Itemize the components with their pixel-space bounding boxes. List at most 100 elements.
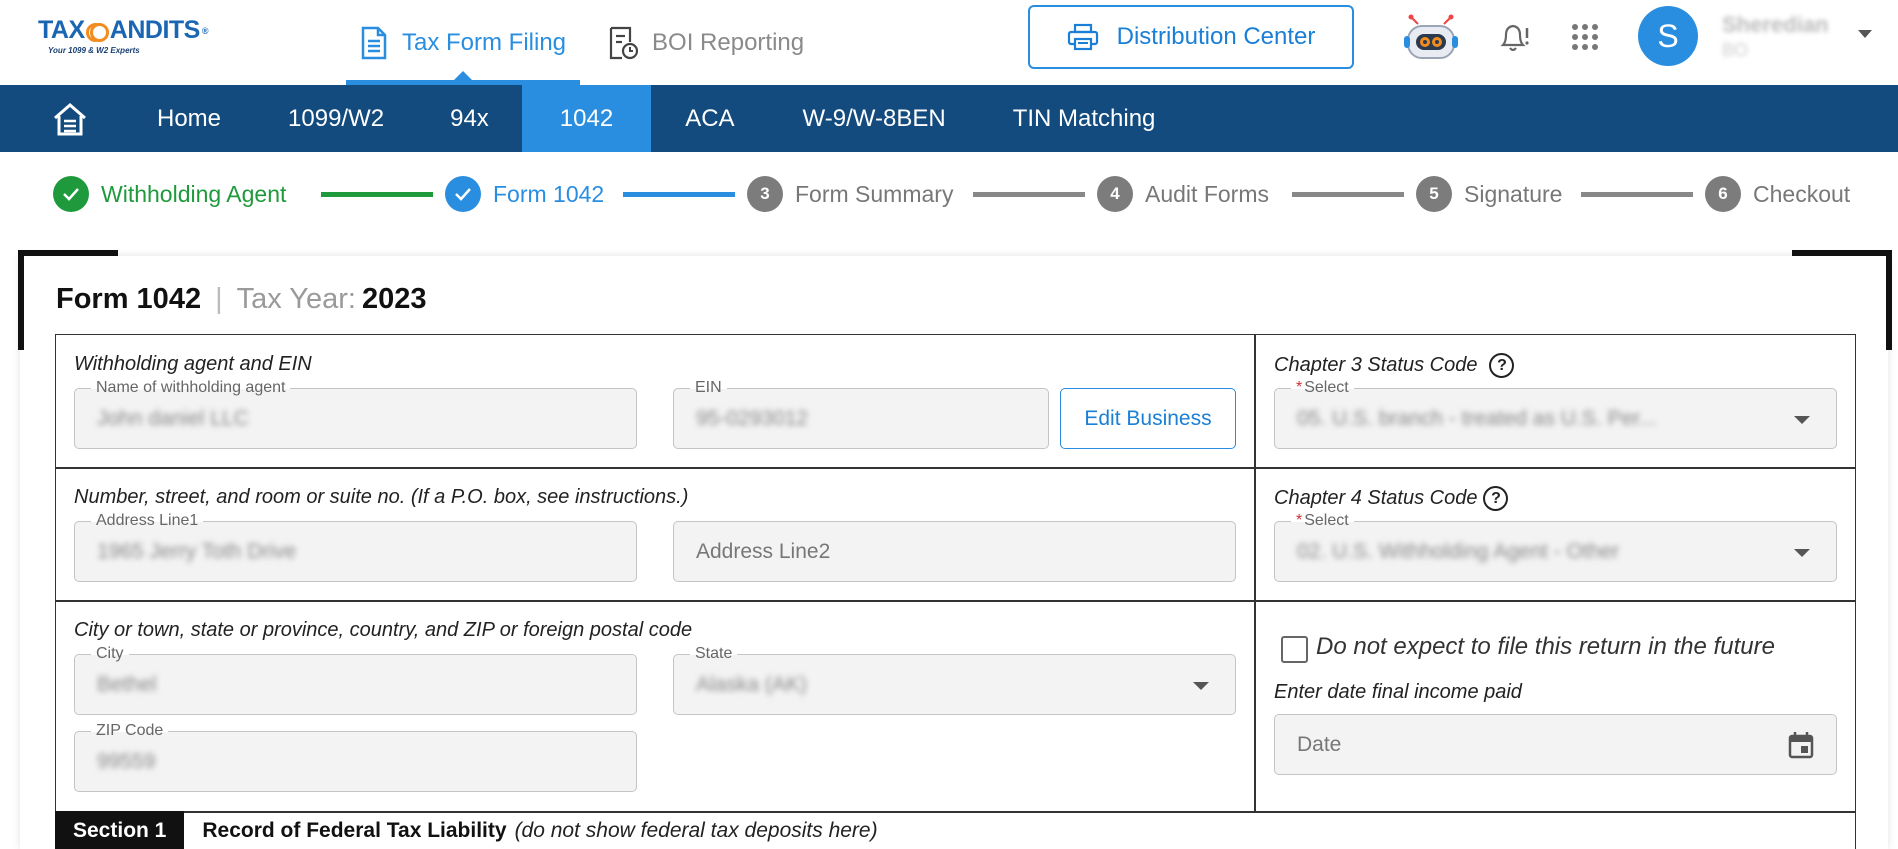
step-connector (321, 192, 433, 197)
field-value: 05. U.S. branch - treated as U.S. Per... (1297, 407, 1657, 430)
step-audit-forms: 4 Audit Forms (1097, 176, 1269, 212)
field-value: 1965 Jerry Toth Drive (97, 540, 297, 563)
field-label: City (91, 644, 129, 664)
city-field[interactable]: City Bethel (74, 644, 637, 715)
chevron-down-icon (1193, 682, 1209, 690)
app-grid-icon[interactable] (1570, 22, 1600, 52)
help-icon[interactable]: ? (1489, 353, 1515, 378)
brand-name-right: ANDITS (109, 16, 201, 44)
nav-1099-w2[interactable]: 1099/W2 (255, 85, 417, 152)
no-future-return-checkbox[interactable] (1281, 636, 1308, 663)
field-label: State (690, 644, 738, 664)
step-label: Form Summary (795, 180, 954, 207)
step-number: 6 (1705, 176, 1741, 212)
brand-tagline: Your 1099 & W2 Experts (48, 46, 140, 55)
ein-field[interactable]: EIN 95-0293012 (673, 378, 1049, 449)
address-line2-field[interactable]: Address Line2 (673, 521, 1236, 582)
tab-tax-form-filing[interactable]: Tax Form Filing (346, 0, 581, 85)
state-select[interactable]: State Alaska (AK) (673, 644, 1236, 715)
zip-code-field[interactable]: ZIP Code 99559 (74, 721, 637, 792)
field-value: 02. U.S. Withholding Agent - Other (1297, 540, 1620, 563)
taxbandits-logo[interactable]: TAX ANDITS ® Your 1099 & W2 Experts (38, 16, 209, 58)
nav-w9-w8ben[interactable]: W-9/W-8BEN (769, 85, 980, 152)
field-label: * Select (1291, 511, 1354, 531)
section-title: Record of Federal Tax Liability (202, 819, 507, 842)
calendar-icon[interactable] (1788, 731, 1814, 759)
field-label: Name of withholding agent (91, 378, 291, 398)
nav-1042[interactable]: 1042 (521, 85, 652, 152)
home-icon-button[interactable] (0, 85, 145, 152)
nav-aca[interactable]: ACA (651, 85, 768, 152)
section-note: (do not show federal tax deposits here) (514, 819, 878, 842)
user-name[interactable]: Sheredian (1722, 12, 1828, 38)
grid-divider (56, 467, 1855, 469)
title-separator: | (215, 283, 223, 315)
tax-year-value: 2023 (361, 283, 427, 315)
final-income-date-field[interactable]: Date (1274, 714, 1837, 775)
step-connector (973, 192, 1085, 197)
grid-divider (1254, 335, 1256, 812)
chapter3-label-text: Chapter 3 Status Code (1274, 353, 1478, 376)
step-label: Withholding Agent (101, 180, 287, 207)
step-label: Checkout (1753, 180, 1851, 207)
address-line1-field[interactable]: Address Line1 1965 Jerry Toth Drive (74, 511, 637, 582)
check-icon (445, 176, 481, 212)
main-nav: Home 1099/W2 94x 1042 ACA W-9/W-8BEN TIN… (0, 85, 1898, 152)
step-connector (623, 192, 735, 197)
field-value: John daniel LLC (97, 407, 249, 430)
chapter3-status-select[interactable]: * Select 05. U.S. branch - treated as U.S… (1274, 378, 1837, 449)
chapter3-label: Chapter 3 Status Code? (1274, 353, 1515, 378)
city-section-label: City or town, state or province, country… (74, 619, 693, 641)
home-icon (54, 102, 86, 135)
step-form-1042[interactable]: Form 1042 (445, 176, 604, 212)
step-number: 3 (747, 176, 783, 212)
step-checkout: 6 Checkout (1705, 176, 1850, 212)
chapter4-label-text: Chapter 4 Status Code (1274, 486, 1478, 509)
agent-name-field[interactable]: Name of withholding agent John daniel LL… (74, 378, 637, 449)
field-value: 99559 (97, 750, 156, 773)
chapter4-status-select[interactable]: * Select 02. U.S. Withholding Agent - Oth… (1274, 511, 1837, 582)
field-value: 95-0293012 (696, 407, 809, 430)
step-label: Audit Forms (1145, 180, 1269, 207)
field-label: EIN (690, 378, 727, 398)
step-connector (1292, 192, 1404, 197)
chevron-down-icon[interactable] (1858, 30, 1872, 38)
step-signature: 5 Signature (1416, 176, 1562, 212)
tab-boi-reporting-label: BOI Reporting (652, 28, 805, 56)
nav-94x[interactable]: 94x (417, 85, 522, 152)
distribution-center-label: Distribution Center (1116, 23, 1316, 50)
distribution-center-button[interactable]: Distribution Center (1028, 5, 1354, 69)
page-title: Form 1042 | Tax Year: 2023 (56, 283, 426, 316)
grid-divider (56, 600, 1855, 602)
nav-home[interactable]: Home (145, 85, 255, 152)
help-icon[interactable]: ? (1483, 486, 1509, 511)
form-name: Form 1042 (56, 283, 202, 315)
nav-tin-matching[interactable]: TIN Matching (980, 85, 1189, 152)
field-value: Alaska (AK) (696, 673, 807, 696)
step-label: Form 1042 (493, 180, 605, 207)
section1-header: Section 1 Record of Federal Tax Liabilit… (55, 811, 1856, 849)
step-form-summary: 3 Form Summary (747, 176, 953, 212)
chevron-down-icon (1794, 416, 1810, 424)
field-label: * Select (1291, 378, 1354, 398)
step-withholding-agent[interactable]: Withholding Agent (53, 176, 286, 212)
field-label: ZIP Code (91, 721, 169, 741)
printer-icon (1067, 23, 1098, 51)
check-icon (53, 176, 89, 212)
robot-assistant-icon[interactable] (1400, 12, 1462, 62)
notification-bell-icon[interactable] (1497, 20, 1531, 54)
address-section-label: Number, street, and room or suite no. (I… (74, 486, 689, 508)
edit-business-button[interactable]: Edit Business (1060, 388, 1236, 449)
tab-boi-reporting[interactable]: BOI Reporting (594, 0, 818, 85)
field-value: Bethel (97, 673, 157, 696)
step-connector (1581, 192, 1693, 197)
user-avatar[interactable]: S (1638, 6, 1698, 66)
step-number: 5 (1416, 176, 1452, 212)
step-number: 4 (1097, 176, 1133, 212)
registered-mark: ® (201, 25, 209, 36)
document-icon (361, 26, 387, 59)
top-nav: Tax Form Filing BOI Reporting (346, 0, 818, 85)
no-future-return-label[interactable]: Do not expect to file this return in the… (1316, 633, 1775, 661)
owl-eyes-icon (85, 21, 109, 42)
brand-name-left: TAX (38, 16, 85, 44)
